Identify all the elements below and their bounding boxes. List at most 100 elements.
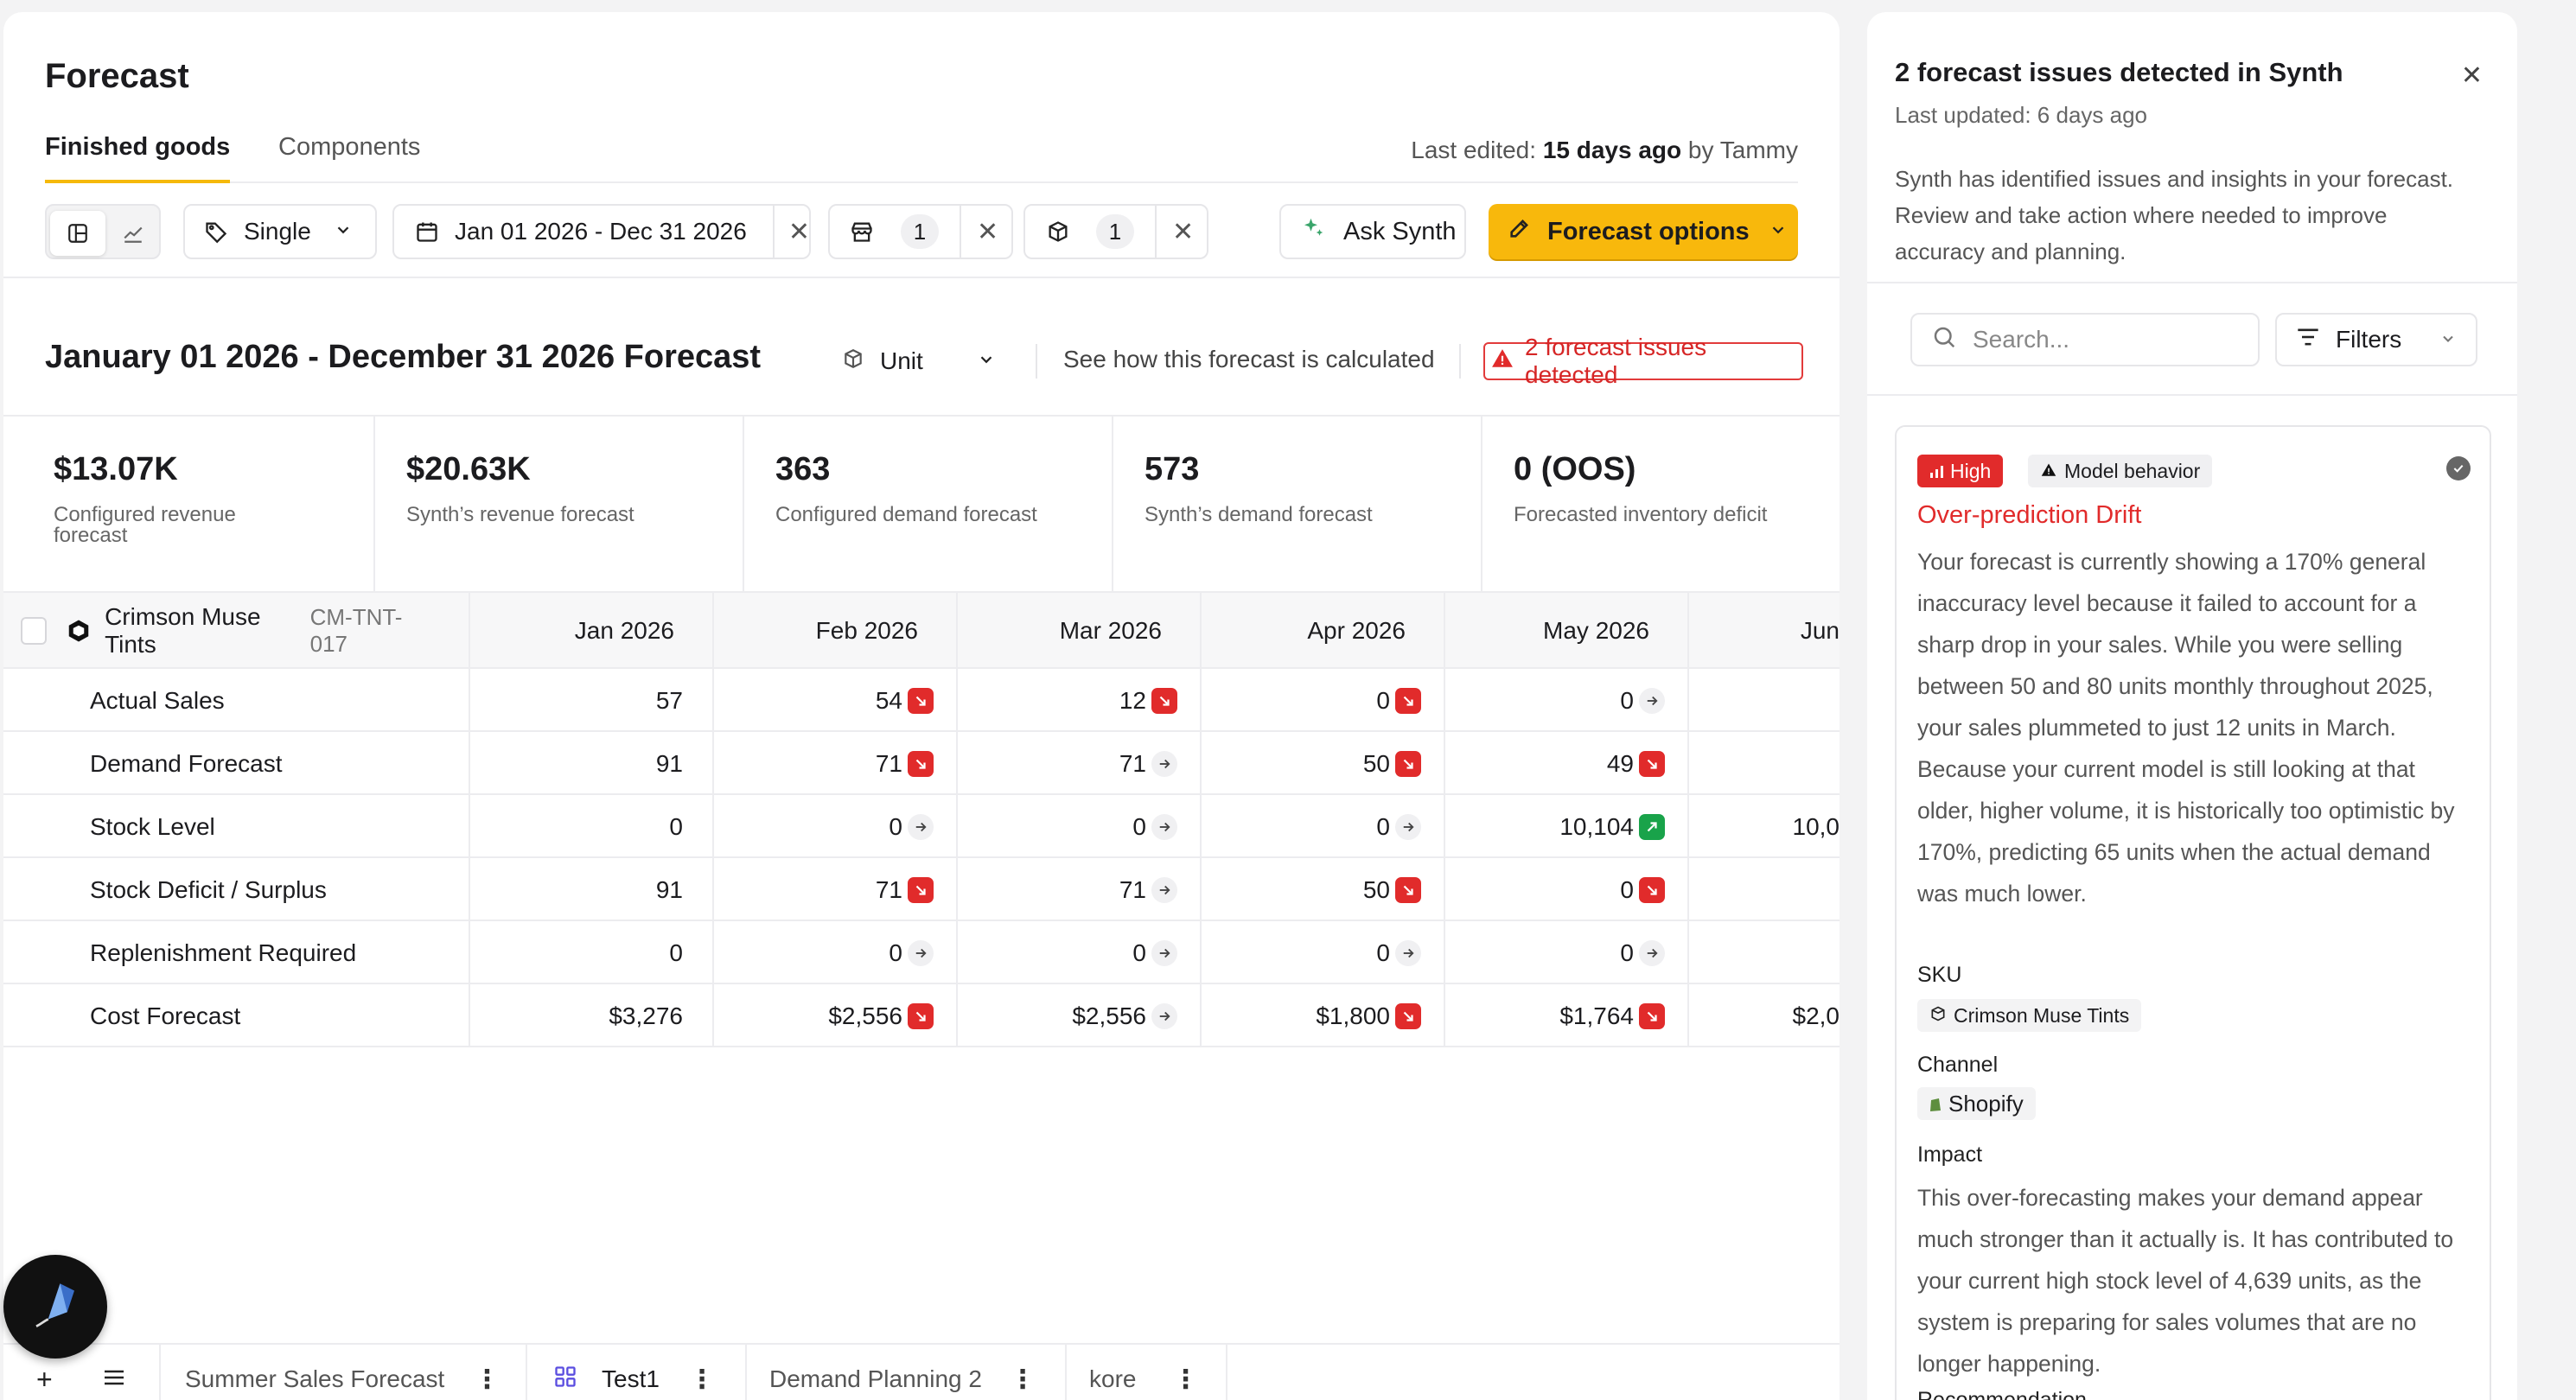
add-tab-icon[interactable]: +	[36, 1364, 53, 1396]
table-cell[interactable]: 10,104	[1445, 795, 1689, 858]
table-cell[interactable]: 0	[470, 795, 714, 858]
trend-down-icon	[1639, 1002, 1665, 1029]
metrics-row: $13.07K Configured revenue forecast $20.…	[3, 415, 1840, 595]
table-cell[interactable]: 50	[1202, 858, 1445, 921]
product-filter[interactable]: 1 ✕	[1023, 204, 1208, 259]
assistant-launcher[interactable]	[3, 1255, 107, 1359]
ask-synth-button[interactable]: Ask Synth	[1279, 204, 1466, 259]
table-cell[interactable]: $1,764	[1445, 984, 1689, 1047]
side-divider	[1867, 282, 2517, 283]
product-header-cell: Crimson Muse Tints CM-TNT-017	[3, 593, 470, 669]
mode-value: Single	[244, 218, 311, 245]
table-cell[interactable]: 10,0	[1689, 795, 1840, 858]
table-cell[interactable]: 0	[1202, 669, 1445, 732]
forecast-title: January 01 2026 - December 31 2026 Forec…	[45, 339, 762, 375]
table-cell[interactable]: 0	[1202, 795, 1445, 858]
cell-value: 10,0	[1792, 812, 1840, 840]
box-icon	[1046, 220, 1070, 244]
bottom-tab-demand-planning[interactable]: Demand Planning 2 ⋮	[747, 1345, 1067, 1400]
trend-flat-icon	[1151, 939, 1177, 966]
table-cell[interactable]: $3,276	[470, 984, 714, 1047]
trend-down-icon	[1395, 1002, 1421, 1029]
table-cell[interactable]: $1,800	[1202, 984, 1445, 1047]
issue-card[interactable]: High Model behavior Over-prediction Drif…	[1895, 425, 2491, 1400]
signal-icon	[1929, 460, 1945, 483]
table-cell[interactable]: $2,556	[958, 984, 1202, 1047]
metric-label: Forecasted inventory deficit	[1514, 503, 1768, 526]
table-cell[interactable]: 71	[714, 858, 958, 921]
forecast-issues-link[interactable]: 2 forecast issues detected	[1483, 334, 1803, 388]
table-cell[interactable]	[1689, 732, 1840, 795]
date-range-filter[interactable]: Jan 01 2026 - Dec 31 2026 ✕	[392, 204, 811, 259]
table-cell[interactable]: 0	[714, 795, 958, 858]
product-count: 1	[1096, 214, 1134, 249]
table-cell[interactable]: 71	[958, 858, 1202, 921]
cell-value: 91	[655, 875, 683, 903]
table-cell[interactable]: 0	[958, 921, 1202, 984]
issues-link-label: 2 forecast issues detected	[1525, 334, 1707, 388]
location-filter[interactable]: 1 ✕	[828, 204, 1013, 259]
date-range-value: Jan 01 2026 - Dec 31 2026	[455, 218, 747, 245]
warning-icon	[1490, 347, 1514, 376]
table-cell[interactable]	[1689, 921, 1840, 984]
select-all-checkbox[interactable]	[21, 617, 47, 645]
sku-value: Crimson Muse Tints	[1954, 1003, 2130, 1027]
trend-down-icon	[1151, 687, 1177, 714]
resolve-check-icon[interactable]	[2446, 456, 2471, 480]
table-cell[interactable]: 0	[1445, 921, 1689, 984]
table-cell[interactable]: 71	[714, 732, 958, 795]
cell-value: $1,800	[1316, 1002, 1390, 1029]
cell-value: 0	[889, 812, 902, 840]
cell-value: 0	[1132, 812, 1146, 840]
table-cell[interactable]: 57	[470, 669, 714, 732]
tab-components[interactable]: Components	[278, 133, 420, 183]
clear-date-icon[interactable]: ✕	[772, 205, 810, 258]
more-icon[interactable]: ⋮	[689, 1365, 715, 1395]
table-cell[interactable]: 91	[470, 858, 714, 921]
clear-product-icon[interactable]: ✕	[1155, 205, 1194, 258]
more-icon[interactable]: ⋮	[474, 1365, 500, 1395]
table-row: Stock Level 0 0 0 0 10,104 10,0	[3, 795, 1840, 858]
menu-icon[interactable]	[103, 1365, 125, 1393]
table-cell[interactable]: $2,556	[714, 984, 958, 1047]
cell-value: 0	[1376, 686, 1390, 714]
table-cell[interactable]: 49	[1445, 732, 1689, 795]
table-cell[interactable]: 0	[1445, 669, 1689, 732]
clear-location-icon[interactable]: ✕	[960, 205, 998, 258]
mode-select[interactable]: Single	[183, 204, 377, 259]
table-view-icon[interactable]	[50, 211, 105, 256]
bottom-tab-kore[interactable]: kore ⋮	[1067, 1345, 1227, 1400]
last-edited-value: 15 days ago	[1542, 137, 1682, 163]
metric-label: Configured revenue forecast	[54, 503, 236, 547]
table-cell[interactable]: 0	[958, 795, 1202, 858]
more-icon[interactable]: ⋮	[1010, 1365, 1036, 1395]
table-cell[interactable]: 50	[1202, 732, 1445, 795]
table-cell[interactable]: 91	[470, 732, 714, 795]
cell-value: $1,764	[1559, 1002, 1634, 1029]
table-cell[interactable]	[1689, 858, 1840, 921]
bottom-tab-label: Test1	[602, 1365, 660, 1392]
bottom-tab-summer-sales[interactable]: Summer Sales Forecast ⋮	[161, 1345, 527, 1400]
tag-icon	[204, 220, 228, 244]
filters-button[interactable]: Filters	[2275, 313, 2477, 366]
more-icon[interactable]: ⋮	[1172, 1365, 1198, 1395]
forecast-options-button[interactable]: Forecast options	[1489, 204, 1798, 259]
unit-select[interactable]: Unit	[842, 340, 1015, 382]
table-cell[interactable]: 54	[714, 669, 958, 732]
tab-finished-goods[interactable]: Finished goods	[45, 133, 231, 183]
table-cell[interactable]: 0	[1202, 921, 1445, 984]
table-cell[interactable]: 12	[958, 669, 1202, 732]
row-label: Cost Forecast	[90, 1002, 241, 1029]
chart-view-icon[interactable]	[105, 211, 161, 256]
table-cell[interactable]: 0	[470, 921, 714, 984]
bottom-tab-test1[interactable]: Test1 ⋮	[527, 1345, 747, 1400]
table-cell[interactable]: 0	[1445, 858, 1689, 921]
issues-search-input[interactable]: Search...	[1910, 313, 2260, 366]
table-cell[interactable]: $2,0	[1689, 984, 1840, 1047]
close-icon[interactable]: ✕	[2461, 60, 2483, 91]
table-cell[interactable]	[1689, 669, 1840, 732]
see-calculation-link[interactable]: See how this forecast is calculated	[1063, 346, 1435, 373]
row-label: Stock Deficit / Surplus	[90, 875, 327, 903]
table-cell[interactable]: 0	[714, 921, 958, 984]
table-cell[interactable]: 71	[958, 732, 1202, 795]
